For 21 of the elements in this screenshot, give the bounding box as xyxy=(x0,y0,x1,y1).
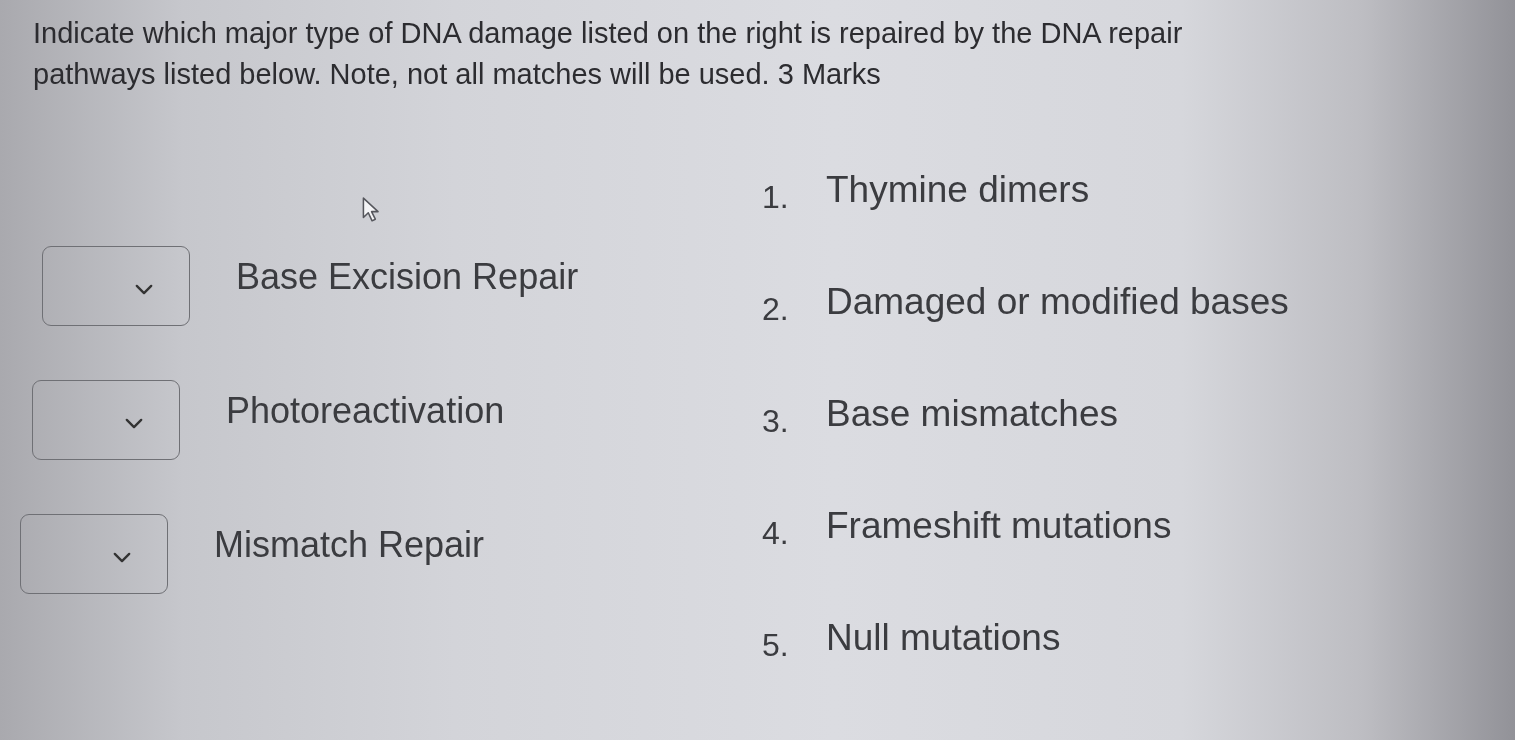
list-number: 2. xyxy=(762,290,790,329)
list-number: 3. xyxy=(762,402,790,441)
pathway-label: Photoreactivation xyxy=(226,389,505,433)
pathway-label: Mismatch Repair xyxy=(214,523,485,567)
damage-type-label: Base mismatches xyxy=(826,392,1118,436)
list-number: 4. xyxy=(762,514,790,553)
chevron-down-icon xyxy=(135,283,153,295)
damage-type-label: Frameshift mutations xyxy=(826,504,1172,548)
mouse-pointer-icon xyxy=(362,197,380,223)
answer-dropdown[interactable] xyxy=(20,514,168,594)
damage-type-label: Thymine dimers xyxy=(826,168,1090,212)
list-number: 1. xyxy=(762,178,790,217)
chevron-down-icon xyxy=(125,417,143,429)
answer-dropdown[interactable] xyxy=(32,380,180,460)
question-text: Indicate which major type of DNA damage listed on the right is repaired by the DNA repair pathways listed below. Note, not all matches will be used. 3 Marks xyxy=(33,16,1184,92)
pathway-label: Base Excision Repair xyxy=(236,255,579,299)
damage-type-label: Null mutations xyxy=(826,616,1061,660)
damage-type-label: Damaged or modified bases xyxy=(826,280,1289,324)
list-number: 5. xyxy=(762,626,790,665)
chevron-down-icon xyxy=(113,551,131,563)
answer-dropdown[interactable] xyxy=(42,246,190,326)
